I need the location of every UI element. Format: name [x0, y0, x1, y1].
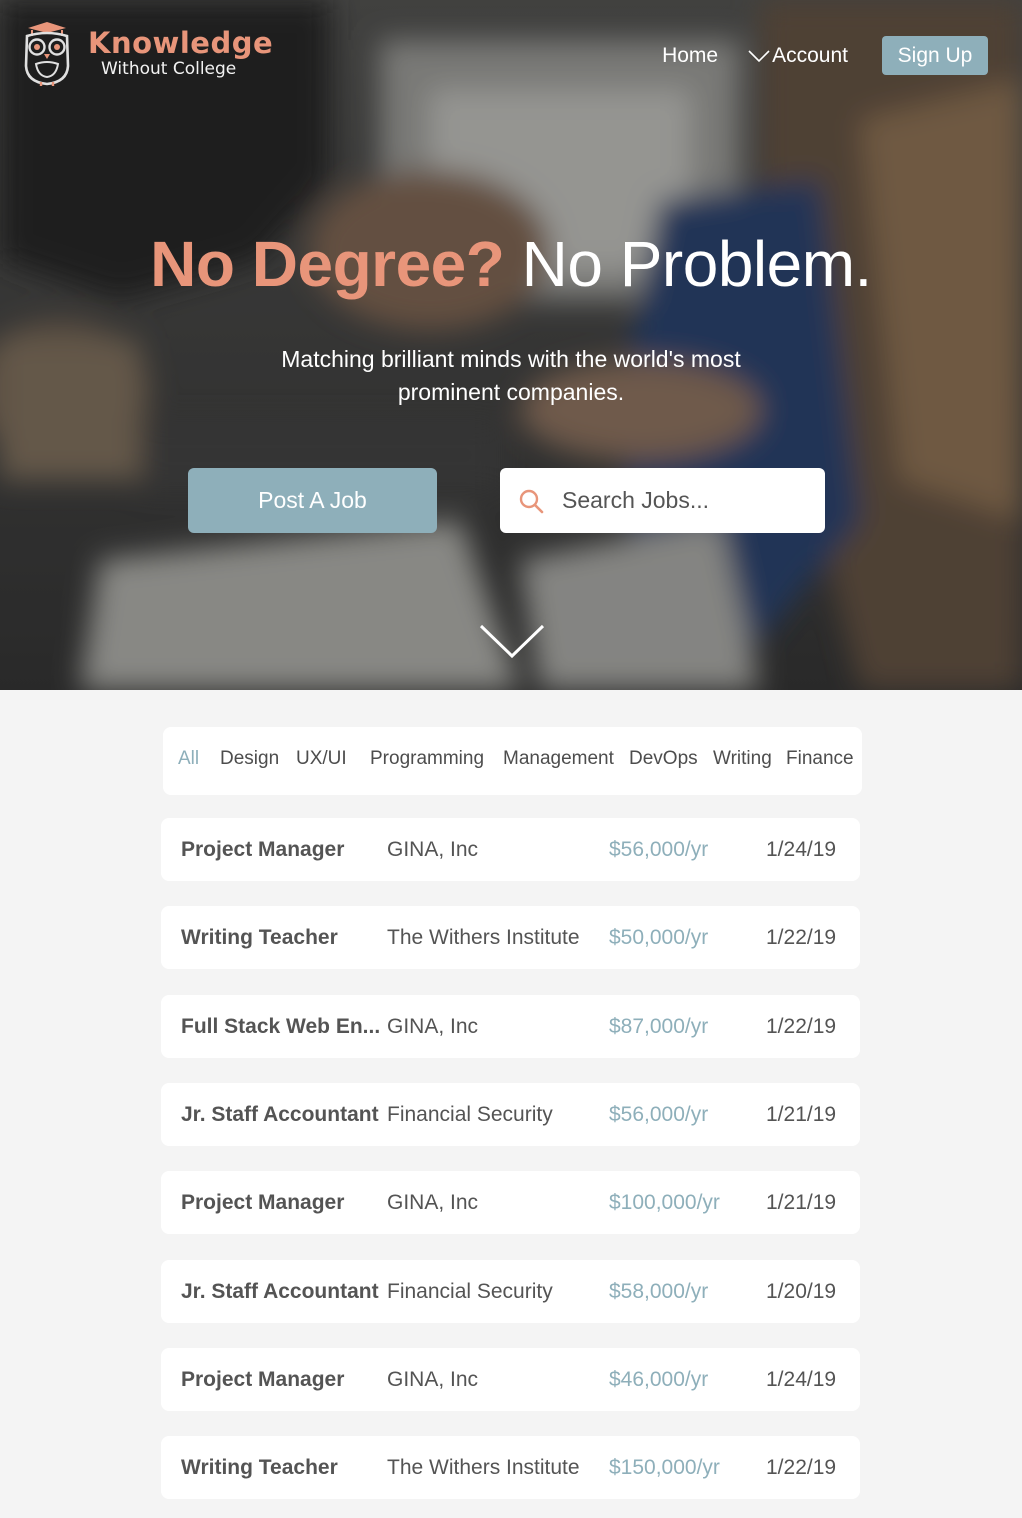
search-box [500, 468, 825, 533]
job-company: The Withers Institute [387, 1456, 580, 1479]
job-company: GINA, Inc [387, 1191, 479, 1214]
job-date: 1/20/19 [766, 1280, 837, 1303]
owl-icon [24, 22, 70, 86]
job-row[interactable]: Full Stack Web En... GINA, Inc $87,000/y… [161, 995, 860, 1058]
hero-headline: No Degree? No Problem. [0, 226, 1022, 302]
post-job-button[interactable]: Post A Job [188, 468, 437, 533]
tab-design[interactable]: Design [220, 727, 279, 795]
tab-writing[interactable]: Writing [713, 727, 772, 795]
job-title: Full Stack Web En... [181, 1015, 381, 1038]
job-salary: $56,000/yr [609, 1103, 709, 1126]
tab-all[interactable]: All [178, 727, 199, 795]
category-filter-tabs: All Design UX/UI Programming Management … [163, 727, 862, 795]
nav-account-label: Account [772, 43, 848, 67]
job-title: Writing Teacher [181, 1456, 338, 1479]
job-title: Jr. Staff Accountant [181, 1103, 379, 1126]
job-date: 1/22/19 [766, 1015, 837, 1038]
job-row[interactable]: Jr. Staff Accountant Financial Security … [161, 1083, 860, 1146]
brand-subtitle: Without College [101, 58, 237, 79]
job-salary: $87,000/yr [609, 1015, 709, 1038]
top-nav: Home Account Sign Up [662, 36, 988, 75]
chevron-down-icon[interactable] [479, 622, 545, 660]
job-row[interactable]: Project Manager GINA, Inc $46,000/yr 1/2… [161, 1348, 860, 1411]
job-company: Financial Security [387, 1280, 553, 1303]
job-title: Project Manager [181, 1191, 345, 1214]
job-date: 1/24/19 [766, 838, 837, 861]
job-row[interactable]: Project Manager GINA, Inc $100,000/yr 1/… [161, 1171, 860, 1234]
job-salary: $50,000/yr [609, 926, 709, 949]
tab-devops[interactable]: DevOps [629, 727, 698, 795]
nav-home-link[interactable]: Home [662, 44, 718, 68]
job-row[interactable]: Jr. Staff Accountant Financial Security … [161, 1260, 860, 1323]
brand-logo[interactable]: Knowledge Without College [22, 20, 273, 86]
tab-finance[interactable]: Finance [786, 727, 854, 795]
job-company: GINA, Inc [387, 1015, 479, 1038]
job-title: Jr. Staff Accountant [181, 1280, 379, 1303]
job-date: 1/24/19 [766, 1368, 837, 1391]
hero-section: Knowledge Without College Home Account S… [0, 0, 1022, 690]
job-date: 1/21/19 [766, 1103, 837, 1126]
job-salary: $100,000/yr [609, 1191, 720, 1214]
job-company: The Withers Institute [387, 926, 580, 949]
job-title: Writing Teacher [181, 926, 338, 949]
job-salary: $56,000/yr [609, 838, 709, 861]
signup-button[interactable]: Sign Up [882, 36, 988, 75]
job-company: Financial Security [387, 1103, 553, 1126]
job-salary: $150,000/yr [609, 1456, 720, 1479]
search-input[interactable] [560, 486, 814, 515]
nav-account-dropdown[interactable]: Account [748, 44, 848, 68]
hero-subhead: Matching brilliant minds with the world'… [281, 346, 741, 405]
job-date: 1/22/19 [766, 926, 837, 949]
job-title: Project Manager [181, 838, 345, 861]
job-row[interactable]: Writing Teacher The Withers Institute $1… [161, 1436, 860, 1499]
job-title: Project Manager [181, 1368, 345, 1391]
tab-programming[interactable]: Programming [370, 727, 484, 795]
job-date: 1/21/19 [766, 1191, 837, 1214]
job-row[interactable]: Writing Teacher The Withers Institute $5… [161, 906, 860, 969]
tab-management[interactable]: Management [503, 727, 614, 795]
job-company: GINA, Inc [387, 1368, 479, 1391]
chevron-down-icon [748, 49, 770, 62]
job-salary: $58,000/yr [609, 1280, 709, 1303]
job-salary: $46,000/yr [609, 1368, 709, 1391]
tab-ux-ui[interactable]: UX/UI [296, 727, 347, 795]
job-company: GINA, Inc [387, 838, 479, 861]
search-icon[interactable] [518, 488, 544, 514]
brand-title: Knowledge [88, 25, 274, 60]
headline-rest: No Problem. [521, 228, 873, 300]
job-row[interactable]: Project Manager GINA, Inc $56,000/yr 1/2… [161, 818, 860, 881]
headline-accent: No Degree? [150, 228, 505, 300]
job-date: 1/22/19 [766, 1456, 837, 1479]
